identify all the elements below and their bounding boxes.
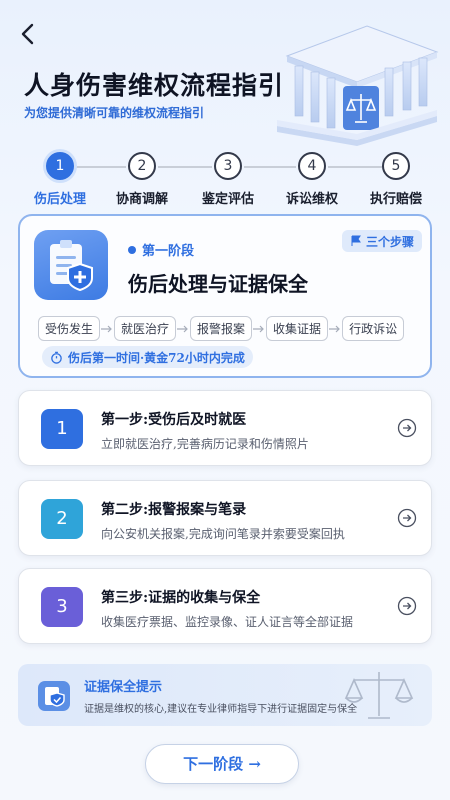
step-card-3[interactable]: 3 第三步:证据的收集与保全 收集医疗票据、监控录像、证人证言等全部证据 [18,568,432,644]
step-label: 执行赔偿 [369,192,422,207]
flow-node: 行政诉讼 [342,316,405,341]
step-number-box: 3 [41,587,83,627]
flow-node: 报警报案 [190,316,253,341]
arrow-right-icon [329,325,340,332]
time-note-label: 伤后第一时间·黄金72小时内完成 [68,350,245,365]
arrow-circle-right-icon[interactable] [397,596,417,616]
stage-tag-label: 第一阶段 [142,244,195,259]
back-arrow-icon[interactable] [14,20,42,48]
step-card-1[interactable]: 1 第一步:受伤后及时就医 立即就医治疗,完善病历记录和伤情照片 [18,390,432,466]
flow-node: 收集证据 [266,316,329,341]
step-number: 3 [214,152,242,180]
step-number-box: 1 [41,409,83,449]
step-description: 向公安机关报案,完成询问笔录并索要受案回执 [101,527,345,541]
step-item-5[interactable]: 5 执行赔偿 [356,152,436,207]
medical-document-icon [34,230,108,300]
step-number: 1 [46,152,74,180]
arrow-circle-right-icon[interactable] [397,508,417,528]
step-label: 诉讼维权 [285,192,338,207]
stage-card: 第一阶段 三个步骤 伤后处理与证据保全 受伤发生 就医治疗 报警报案 收集证据 … [18,214,432,378]
badge-label: 三个步骤 [365,234,414,249]
tip-text: 证据是维权的核心,建议在专业律师指导下进行证据固定与保全 [84,704,358,715]
step-number: 2 [128,152,156,180]
justice-scale-icon [344,672,414,719]
arrow-right-icon [253,325,264,332]
process-flow: 受伤发生 就医治疗 报警报案 收集证据 行政诉讼 [38,316,405,341]
stage-tag: 第一阶段 [128,240,194,259]
flow-node: 受伤发生 [38,316,101,341]
page-subtitle: 为您提供清晰可靠的维权流程指引 [24,106,205,120]
step-number-box: 2 [41,499,83,539]
shield-document-icon [38,681,70,711]
flow-node: 就医治疗 [114,316,177,341]
tip-title: 证据保全提示 [84,680,163,695]
time-note: 伤后第一时间·黄金72小时内完成 [42,346,253,368]
stopwatch-icon [51,351,62,364]
steps-count-badge: 三个步骤 [341,230,422,252]
step-label: 协商调解 [115,192,168,207]
arrow-right-icon [177,325,188,332]
courthouse-illustration [277,25,439,146]
next-stage-button[interactable]: 下一阶段 → [145,744,299,784]
stage-title: 伤后处理与证据保全 [128,272,308,296]
step-description: 收集医疗票据、监控录像、证人证言等全部证据 [101,615,354,629]
step-number: 4 [298,152,326,180]
step-title: 第一步:受伤后及时就医 [101,412,247,428]
step-number: 5 [382,152,410,180]
evidence-tip-banner: 证据保全提示 证据是维权的核心,建议在专业律师指导下进行证据固定与保全 [18,664,432,726]
flag-icon [351,235,361,246]
step-title: 第二步:报警报案与笔录 [101,502,247,518]
step-label: 鉴定评估 [201,192,254,207]
step-item-4[interactable]: 4 诉讼维权 [272,152,352,207]
arrow-right-icon [101,325,112,332]
step-item-3[interactable]: 3 鉴定评估 [188,152,268,207]
progress-stepper: 1 伤后处理 2 协商调解 3 鉴定评估 4 诉讼维权 5 执行赔偿 [20,152,440,208]
step-label: 伤后处理 [33,192,86,207]
step-item-1[interactable]: 1 伤后处理 [20,152,100,207]
page-title: 人身伤害维权流程指引 [24,71,285,100]
step-title: 第三步:证据的收集与保全 [101,590,261,606]
step-item-2[interactable]: 2 协商调解 [102,152,182,207]
step-description: 立即就医治疗,完善病历记录和伤情照片 [101,437,309,451]
arrow-circle-right-icon[interactable] [397,418,417,438]
step-card-2[interactable]: 2 第二步:报警报案与笔录 向公安机关报案,完成询问笔录并索要受案回执 [18,480,432,556]
dot-icon [128,245,136,254]
